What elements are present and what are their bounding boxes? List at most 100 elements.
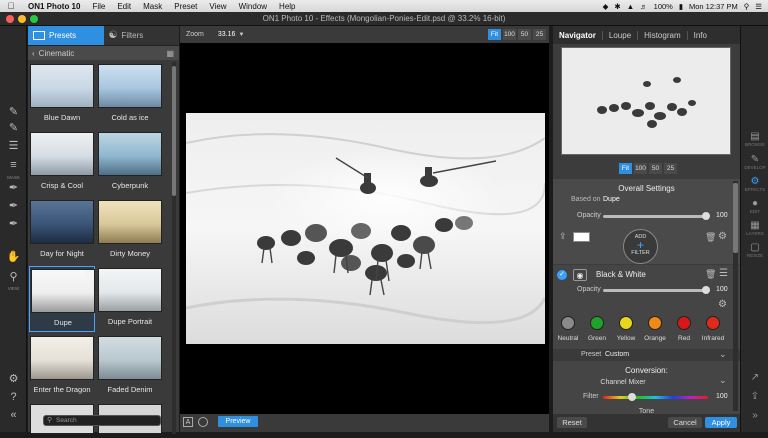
preset-day-for-night[interactable]: Day for Night [29, 198, 95, 262]
battery-icon[interactable]: ▮ [679, 2, 683, 11]
grid-view-icon[interactable]: ▦ [166, 49, 174, 58]
gear-icon[interactable]: ⚙ [718, 231, 727, 242]
retouch-tool-icon[interactable]: ✒ [4, 180, 23, 196]
overall-opacity-knob[interactable] [702, 212, 710, 220]
zoom-25-button[interactable]: 25 [533, 29, 546, 40]
perfect-eraser-icon[interactable]: ✒ [4, 216, 23, 232]
filter-gear-icon[interactable]: ⚙ [718, 299, 727, 310]
conversion-value[interactable]: Channel Mixer [553, 379, 693, 386]
preset-dupe-portrait[interactable]: Dupe Portrait [97, 266, 163, 330]
preset-enter-the-dragon[interactable]: Enter the Dragon [29, 334, 95, 398]
conversion-chevron-icon[interactable]: ⌄ [719, 375, 727, 386]
line-mask-icon[interactable]: ≡ [4, 157, 23, 173]
zoom-tool-icon[interactable]: ⚲ [4, 269, 23, 285]
preset-search-input[interactable]: ⚲ Search [43, 415, 161, 426]
minimize-window-button[interactable] [18, 15, 26, 23]
zoom-dropdown-icon[interactable]: ▼ [238, 32, 244, 38]
filter-opacity-knob[interactable] [702, 286, 710, 294]
filter-color-knob[interactable] [628, 393, 636, 401]
zoom-100-button[interactable]: 100 [503, 29, 516, 40]
clone-tool-icon[interactable]: ✒ [4, 198, 23, 214]
mask-swatch[interactable] [573, 232, 590, 242]
close-window-button[interactable] [6, 15, 14, 23]
menu-mask[interactable]: Mask [137, 2, 168, 11]
menu-window[interactable]: Window [233, 2, 273, 11]
view-mode-icon[interactable] [198, 417, 208, 427]
search-icon[interactable]: ⚲ [744, 2, 750, 11]
preset-blue-dawn[interactable]: Blue Dawn [29, 62, 95, 126]
back-chevron-icon[interactable]: ‹ [32, 49, 35, 58]
preset-faded-denim[interactable]: Faded Denim [97, 334, 163, 398]
overall-opacity-slider[interactable] [603, 212, 710, 220]
font-size-icon[interactable]: A [183, 417, 193, 427]
brush-plus-tool-icon[interactable]: ✎ [4, 120, 23, 136]
tab-filters[interactable]: ☯ Filters [103, 26, 179, 45]
menu-file[interactable]: File [86, 2, 111, 11]
menu-app-name[interactable]: ON1 Photo 10 [22, 2, 86, 11]
module-layers[interactable]: ▦ LAYERS [743, 220, 767, 244]
filter-trash-icon[interactable]: 🗑 [705, 269, 716, 280]
preset-crisp-cool[interactable]: Crisp & Cool [29, 130, 95, 194]
hand-tool-icon[interactable]: ✋ [4, 249, 23, 265]
main-photo[interactable] [186, 113, 545, 344]
tab-presets[interactable]: Presets [28, 26, 104, 45]
help-icon[interactable]: ? [4, 389, 23, 405]
filter-enabled-check-icon[interactable]: ✓ [557, 270, 567, 280]
filter-color-slider[interactable] [603, 393, 708, 401]
color-filter-orange-swatch[interactable] [648, 316, 662, 330]
menu-list-icon[interactable]: ☰ [755, 2, 762, 11]
apply-button[interactable]: Apply [705, 417, 737, 428]
filter-opacity-slider[interactable] [603, 286, 710, 294]
menu-help[interactable]: Help [273, 2, 301, 11]
nav-zoom-fit-button[interactable]: Fit [619, 163, 632, 174]
preset-cold-as-ice[interactable]: Cold as ice [97, 62, 163, 126]
filter-menu-icon[interactable]: ☰ [719, 268, 728, 279]
clock[interactable]: Mon 12:37 PM [689, 2, 738, 11]
color-filter-infrared-swatch[interactable] [706, 316, 720, 330]
settings-gear-icon[interactable]: ⚙ [4, 371, 23, 387]
menu-edit[interactable]: Edit [111, 2, 137, 11]
chevron-down-icon[interactable]: ⌄ [719, 349, 727, 360]
zoom-value[interactable]: 33.16 [218, 31, 236, 38]
zoom-window-button[interactable] [30, 15, 38, 23]
dropbox-icon[interactable]: ◆ [603, 2, 609, 11]
wifi-icon[interactable]: ▲ [627, 2, 634, 11]
module-edit[interactable]: ● EDIT [743, 198, 767, 222]
menu-view[interactable]: View [203, 2, 232, 11]
color-filter-red-swatch[interactable] [677, 316, 691, 330]
nav-zoom-50-button[interactable]: 50 [649, 163, 662, 174]
module-browse[interactable]: ▤ BROWSE [743, 131, 767, 155]
tab-histogram[interactable]: Histogram [638, 30, 688, 40]
module-resize[interactable]: ▢ RESIZE [743, 242, 767, 266]
tab-navigator[interactable]: Navigator [553, 30, 603, 40]
color-filter-yellow-swatch[interactable] [619, 316, 633, 330]
tab-info[interactable]: Info [688, 31, 713, 40]
preview-button[interactable]: Preview [218, 416, 258, 427]
category-breadcrumb[interactable]: ‹ Cinematic ▦ [28, 46, 179, 60]
favorite-heart-icon[interactable]: ♡ [85, 270, 91, 278]
add-filter-button[interactable]: ADD + FILTER [623, 229, 658, 264]
navigator-preview[interactable] [561, 47, 731, 155]
zoom-50-button[interactable]: 50 [518, 29, 531, 40]
preset-dirty-money[interactable]: Dirty Money [97, 198, 163, 262]
volume-icon[interactable]: ♬ [640, 2, 648, 11]
brush-tool-icon[interactable]: ✎ [4, 104, 23, 120]
collapse-right-icon[interactable]: » [743, 410, 767, 434]
preset-row[interactable]: Preset Custom ⌄ [553, 349, 740, 361]
nav-zoom-100-button[interactable]: 100 [634, 163, 647, 174]
module-effects[interactable]: ⚙ EFFECTS [743, 176, 767, 200]
preset-cyberpunk[interactable]: Cyberpunk [97, 130, 163, 194]
export-icon[interactable]: ⇪ [559, 231, 567, 242]
settings-scrollbar-thumb[interactable] [733, 183, 738, 253]
nav-zoom-25-button[interactable]: 25 [664, 163, 677, 174]
color-filter-neutral-swatch[interactable] [561, 316, 575, 330]
collapse-left-icon[interactable]: « [4, 407, 23, 423]
reset-button[interactable]: Reset [557, 417, 587, 428]
preset-dupe[interactable]: Dupe ♡ [29, 266, 95, 332]
filter-mask-icon[interactable]: ◉ [573, 269, 587, 281]
trash-icon[interactable]: 🗑 [705, 232, 716, 243]
cancel-button[interactable]: Cancel [668, 417, 702, 428]
scrollbar-thumb[interactable] [172, 66, 176, 196]
color-filter-green-swatch[interactable] [590, 316, 604, 330]
bluetooth-icon[interactable]: ✱ [614, 2, 620, 11]
